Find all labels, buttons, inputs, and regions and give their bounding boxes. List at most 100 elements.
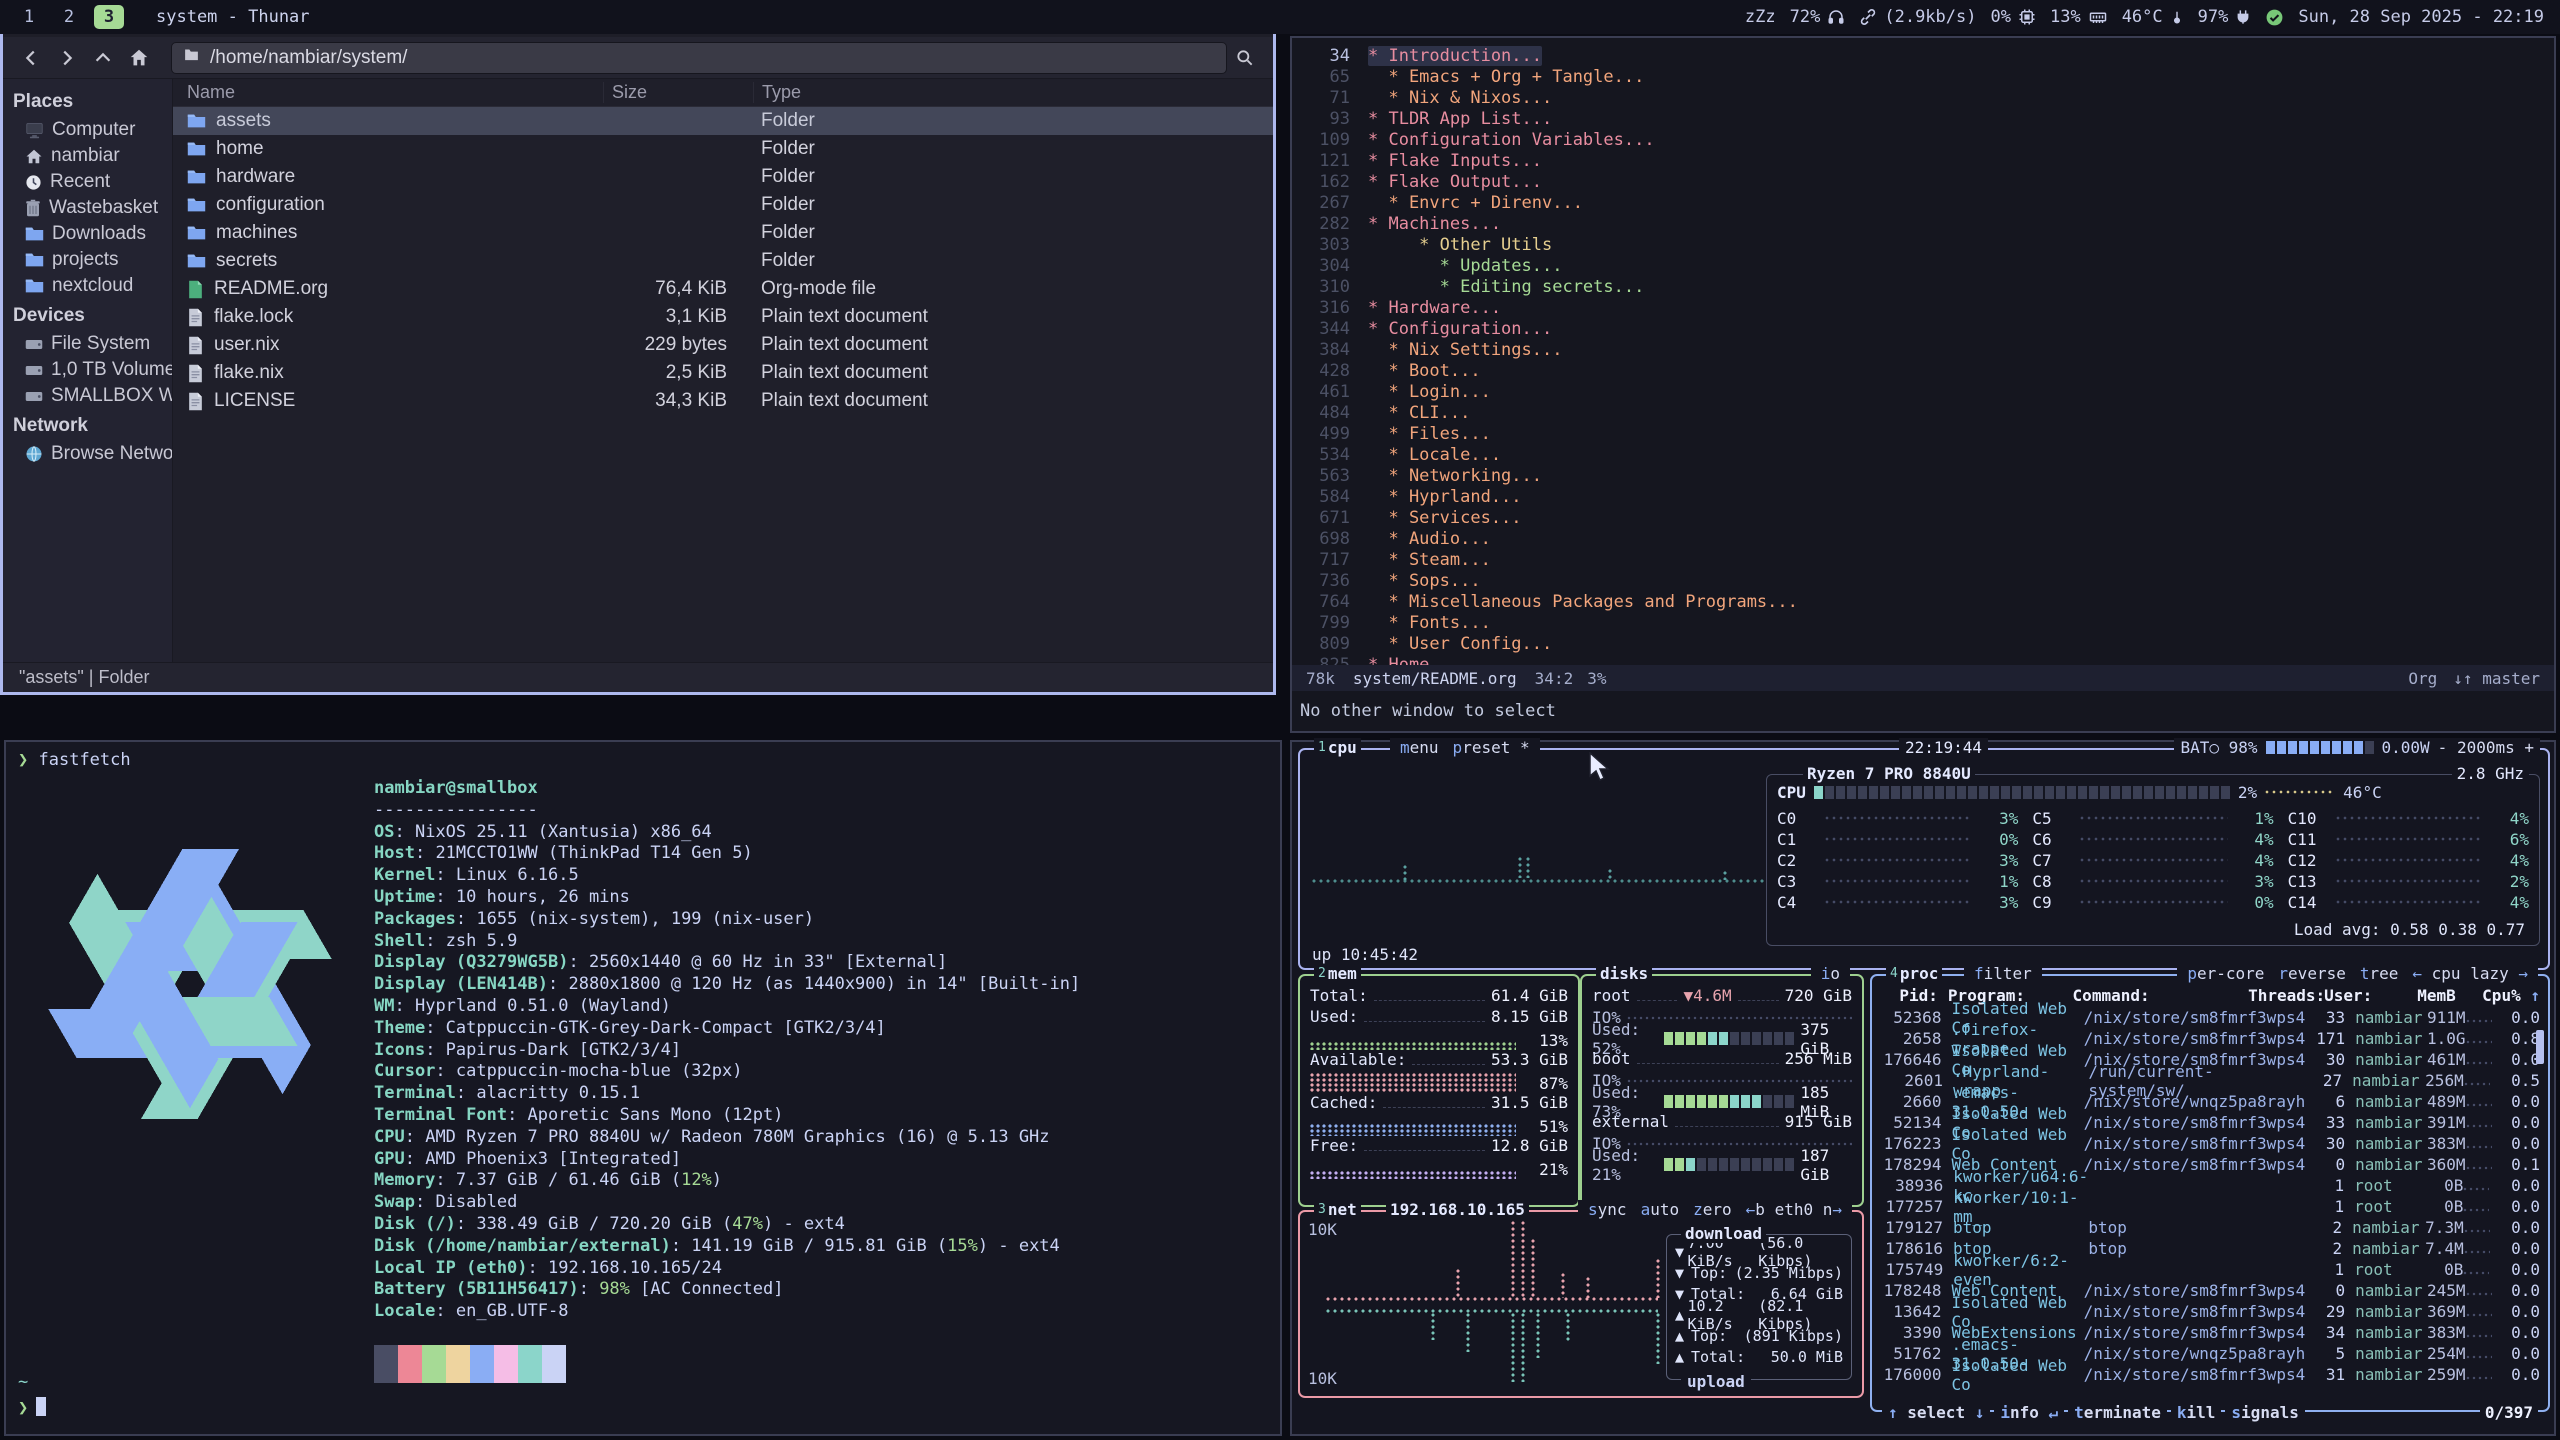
cpu-box-title[interactable]: 1cpu	[1314, 738, 1361, 757]
file-list[interactable]: Name Size Type assetsFolderhomeFolderhar…	[173, 79, 1273, 662]
file-list-header[interactable]: Name Size Type	[173, 79, 1273, 107]
systemd-ok-indicator[interactable]	[2265, 8, 2284, 27]
btop-button--select-[interactable]: ↑ select ↓	[1882, 1403, 1990, 1422]
network-indicator[interactable]: (2.9kb/s)	[1859, 7, 1976, 27]
proc-header-cpu[interactable]: Cpu% ↑	[2456, 986, 2540, 1005]
idle-inhibit-indicator[interactable]: zZz	[1745, 7, 1776, 27]
btop-button-terminate[interactable]: terminate	[2068, 1403, 2167, 1422]
shell-prompt[interactable]: ❯	[18, 1397, 46, 1418]
file-name: flake.nix	[214, 362, 284, 384]
forward-button[interactable]	[49, 42, 85, 74]
cpu-indicator[interactable]: 0%	[1990, 7, 2035, 27]
path-text: /home/nambiar/system/	[210, 47, 407, 69]
update-interval[interactable]: - 2000ms +	[2438, 738, 2534, 757]
proc-row[interactable]: 176000Isolated Web Co/nix/store/sm8fmrf3…	[1872, 1364, 2548, 1385]
file-row[interactable]: flake.nix2,5 KiBPlain text document	[173, 359, 1273, 387]
volume-indicator[interactable]: 72%	[1790, 7, 1846, 27]
sidebar-item-file-system[interactable]: File System	[3, 331, 172, 357]
btop-window[interactable]: 1cpu menupreset * 22:19:44 BAT○ 98% 0.00…	[1290, 740, 2556, 1436]
sidebar-item-1-0-tb-volume[interactable]: 1,0 TB Volume	[3, 357, 172, 383]
sidebar-item-recent[interactable]: Recent	[3, 169, 172, 195]
file-row[interactable]: flake.lock3,1 KiBPlain text document	[173, 303, 1273, 331]
btop-button-menu[interactable]: menu	[1394, 738, 1445, 757]
io-toggle[interactable]: io	[1811, 964, 1850, 983]
btop-button-signals[interactable]: signals	[2225, 1403, 2304, 1422]
sidebar-item-smallbox-wi-[interactable]: SMALLBOX Wi...	[3, 383, 172, 409]
proc-row[interactable]: 179127btopbtop2nambiar7.3M0.0	[1872, 1217, 2548, 1238]
proc-scrollbar[interactable]	[2536, 1030, 2544, 1064]
proc-header-thr[interactable]: Threads:	[2248, 986, 2314, 1005]
proc-header-pid[interactable]: Pid:	[1880, 986, 1938, 1005]
file-name: hardware	[216, 166, 295, 188]
btop-button-auto[interactable]: auto	[1635, 1200, 1686, 1219]
btop-button-zero[interactable]: zero	[1687, 1200, 1738, 1219]
btop-button-kill[interactable]: kill	[2171, 1403, 2222, 1422]
org-buffer[interactable]: 34* Introduction...65 * Emacs + Org + Ta…	[1292, 38, 2554, 697]
sidebar-header-devices: Devices	[3, 299, 172, 331]
proc-row[interactable]: 176223Isolated Web Co/nix/store/sm8fmrf3…	[1872, 1133, 2548, 1154]
sidebar-header-places: Places	[3, 85, 172, 117]
column-type[interactable]: Type	[753, 82, 1273, 103]
btop-button-sync[interactable]: sync	[1582, 1200, 1633, 1219]
sidebar-item-nextcloud[interactable]: nextcloud	[3, 273, 172, 299]
sidebar-item-nambiar[interactable]: nambiar	[3, 143, 172, 169]
file-row[interactable]: README.org76,4 KiBOrg-mode file	[173, 275, 1273, 303]
btop-button-info-[interactable]: info ↵	[1994, 1403, 2064, 1422]
proc-row[interactable]: 175749kworker/6:2-even1root0B0.0	[1872, 1259, 2548, 1280]
btop-button-tree[interactable]: tree	[2354, 964, 2405, 983]
workspace-2[interactable]: 2	[54, 5, 84, 29]
terminal-window[interactable]: ❯ fastfetch nambiar@smallbox -----------…	[4, 740, 1282, 1436]
btop-button--cpu-lazy-[interactable]: ← cpu lazy →	[2406, 964, 2534, 983]
sidebar-item-wastebasket[interactable]: Wastebasket	[3, 195, 172, 221]
battery-indicator[interactable]: 97%	[2198, 7, 2252, 27]
file-row[interactable]: hardwareFolder	[173, 163, 1273, 191]
file-row[interactable]: homeFolder	[173, 135, 1273, 163]
sidebar-item-projects[interactable]: projects	[3, 247, 172, 273]
proc-box-title[interactable]: 4proc	[1886, 964, 1942, 983]
home-button[interactable]	[121, 42, 157, 74]
btop-button-preset-[interactable]: preset *	[1447, 738, 1536, 757]
up-button[interactable]	[85, 42, 121, 74]
path-bar[interactable]: /home/nambiar/system/	[171, 42, 1227, 74]
sidebar-item-browse-network[interactable]: Browse Network	[3, 441, 172, 467]
disks-box-title[interactable]: disks	[1596, 964, 1652, 983]
buffer-size: 78k	[1306, 669, 1335, 688]
temperature-indicator[interactable]: 46°C	[2122, 7, 2184, 27]
proc-header-mem[interactable]: MemB	[2379, 986, 2456, 1005]
column-name[interactable]: Name	[173, 82, 603, 103]
clock[interactable]: Sun, 28 Sep 2025 - 22:19	[2298, 7, 2544, 27]
file-name: user.nix	[214, 334, 279, 356]
file-row[interactable]: assetsFolder	[173, 107, 1273, 135]
file-row[interactable]: machinesFolder	[173, 219, 1273, 247]
toolbar: /home/nambiar/system/	[3, 37, 1273, 79]
workspace-3[interactable]: 3	[94, 5, 124, 29]
mem-box-title[interactable]: 2mem	[1314, 964, 1361, 983]
proc-row[interactable]: 13642Isolated Web Co/nix/store/sm8fmrf3w…	[1872, 1301, 2548, 1322]
sidebar-item-computer[interactable]: Computer	[3, 117, 172, 143]
file-row[interactable]: configurationFolder	[173, 191, 1273, 219]
file-row[interactable]: user.nix229 bytesPlain text document	[173, 331, 1273, 359]
workspace-1[interactable]: 1	[14, 5, 44, 29]
memory-indicator[interactable]: 13%	[2050, 7, 2108, 27]
fetch-entry: Packages: 1655 (nix-system), 199 (nix-us…	[374, 909, 1280, 931]
btop-button--b-eth0-n-[interactable]: ←b eth0 n→	[1740, 1200, 1848, 1219]
file-row[interactable]: LICENSE34,3 KiBPlain text document	[173, 387, 1273, 415]
file-row[interactable]: secretsFolder	[173, 247, 1273, 275]
back-button[interactable]	[13, 42, 49, 74]
sidebar-item-downloads[interactable]: Downloads	[3, 221, 172, 247]
net-stat-row: ▲Top:(891 Kibps)	[1667, 1325, 1851, 1346]
workspace-switcher[interactable]: 123	[0, 5, 138, 29]
proc-row[interactable]: 177257kworker/10:1-mm_1root0B0.0	[1872, 1196, 2548, 1217]
line-number: 764	[1292, 592, 1350, 613]
org-heading-line: 534 * Locale...	[1292, 445, 2554, 466]
btop-button-reverse[interactable]: reverse	[2272, 964, 2351, 983]
proc-header-cmd[interactable]: Command:	[2073, 986, 2249, 1005]
btop-button-per-core[interactable]: per-core	[2181, 964, 2270, 983]
net-box-title[interactable]: 3net	[1314, 1200, 1361, 1219]
btop-button-filter[interactable]: filter	[1968, 964, 2038, 983]
emacs-window[interactable]: 34* Introduction...65 * Emacs + Org + Ta…	[1290, 36, 2556, 733]
search-button[interactable]	[1227, 42, 1263, 74]
proc-header-user[interactable]: User:	[2314, 986, 2378, 1005]
line-number: 534	[1292, 445, 1350, 466]
column-size[interactable]: Size	[603, 82, 753, 103]
